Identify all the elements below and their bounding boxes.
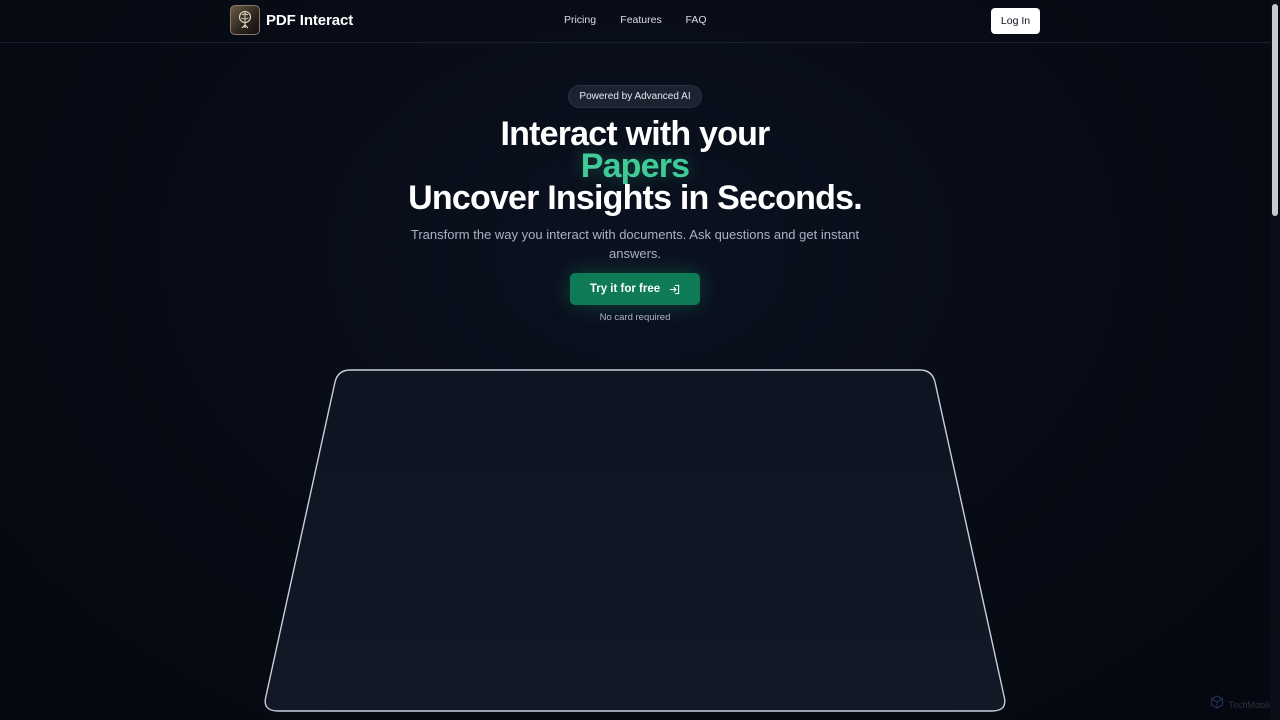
cube-icon <box>1210 695 1224 714</box>
scrollbar-thumb[interactable] <box>1272 4 1278 216</box>
page-scrollbar[interactable] <box>1270 0 1280 720</box>
landing-page: PDF Interact Pricing Features FAQ Log In… <box>0 0 1280 720</box>
product-preview-frame <box>264 369 1006 712</box>
watermark: TechMobile <box>1210 695 1274 714</box>
watermark-text: TechMobile <box>1228 699 1274 710</box>
